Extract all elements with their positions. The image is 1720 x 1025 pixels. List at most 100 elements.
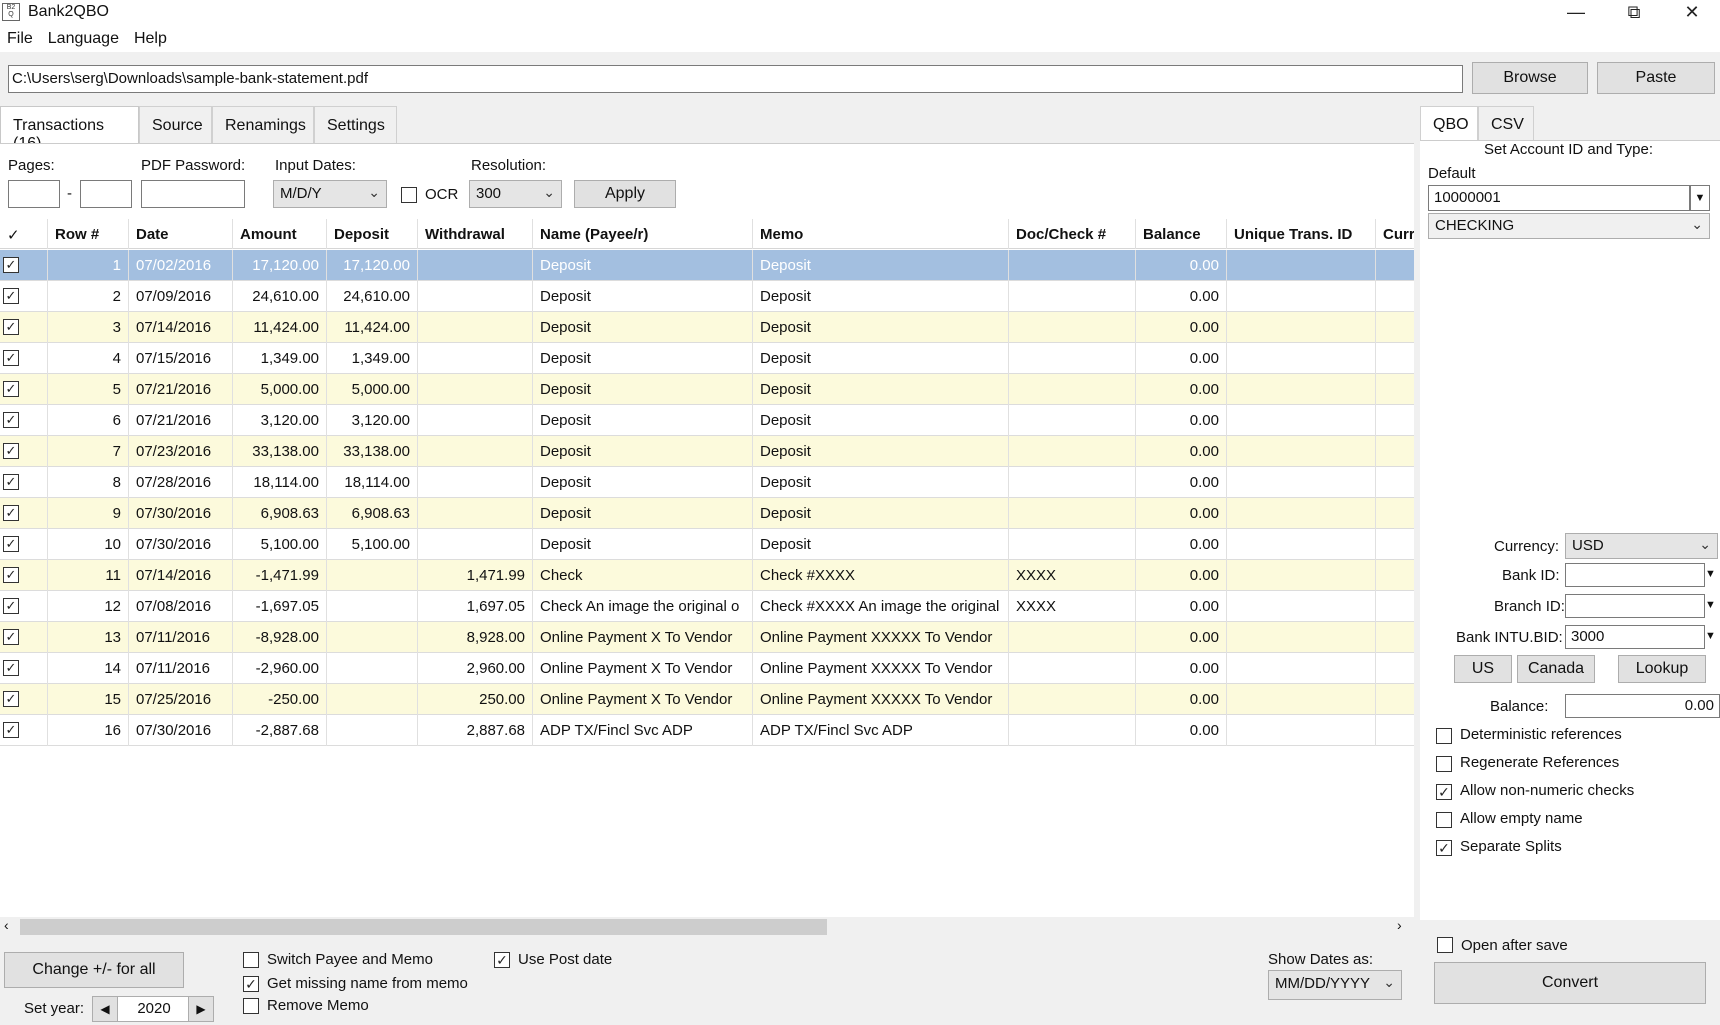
cell-memo[interactable]: Deposit <box>753 498 1009 529</box>
scrollbar-thumb[interactable] <box>20 919 827 935</box>
cell-balance[interactable]: 0.00 <box>1136 374 1227 405</box>
cell-row-number[interactable]: 13 <box>48 622 129 653</box>
cell-currency[interactable] <box>1376 467 1414 498</box>
pages-to-input[interactable] <box>80 180 132 208</box>
tab-source[interactable]: Source <box>139 106 212 144</box>
row-checkbox[interactable]: ✓ <box>3 257 19 273</box>
table-row[interactable]: ✓ 10 07/30/2016 5,100.00 5,100.00 Deposit Depo… <box>0 529 1414 560</box>
cell-memo[interactable]: Deposit <box>753 312 1009 343</box>
cell-name[interactable]: Deposit <box>533 374 753 405</box>
tab-csv[interactable]: CSV <box>1478 106 1534 142</box>
cell-name[interactable]: Deposit <box>533 498 753 529</box>
cell-balance[interactable]: 0.00 <box>1136 250 1227 281</box>
cell-unique-id[interactable] <box>1227 281 1376 312</box>
cell-amount[interactable]: 6,908.63 <box>233 498 327 529</box>
restore-icon[interactable]: ⧉ <box>1608 0 1660 24</box>
cell-doc-check[interactable] <box>1009 436 1136 467</box>
table-row[interactable]: ✓ 4 07/15/2016 1,349.00 1,349.00 Deposit Depos… <box>0 343 1414 374</box>
cell-doc-check[interactable] <box>1009 250 1136 281</box>
table-row[interactable]: ✓ 11 07/14/2016 -1,471.99 1,471.99 Check Check… <box>0 560 1414 591</box>
ocr-checkbox[interactable] <box>401 187 417 203</box>
remove-memo-checkbox[interactable] <box>243 998 259 1014</box>
use-post-date-checkbox[interactable]: ✓ <box>494 952 510 968</box>
cell-balance[interactable]: 0.00 <box>1136 343 1227 374</box>
col-deposit[interactable]: Deposit <box>327 219 418 249</box>
row-select-cell[interactable]: ✓ <box>0 591 48 622</box>
close-icon[interactable]: ✕ <box>1666 0 1718 24</box>
cell-unique-id[interactable] <box>1227 343 1376 374</box>
cell-deposit[interactable]: 1,349.00 <box>327 343 418 374</box>
cell-doc-check[interactable] <box>1009 312 1136 343</box>
apply-button[interactable]: Apply <box>574 180 676 208</box>
cell-memo[interactable]: Deposit <box>753 405 1009 436</box>
cell-withdrawal[interactable] <box>418 467 533 498</box>
cell-unique-id[interactable] <box>1227 529 1376 560</box>
cell-doc-check[interactable] <box>1009 405 1136 436</box>
cell-doc-check[interactable] <box>1009 715 1136 746</box>
col-doc-check[interactable]: Doc/Check # <box>1009 219 1136 249</box>
cell-deposit[interactable]: 17,120.00 <box>327 250 418 281</box>
cell-unique-id[interactable] <box>1227 498 1376 529</box>
cell-doc-check[interactable] <box>1009 281 1136 312</box>
col-check[interactable]: ✓ <box>0 219 48 249</box>
row-checkbox[interactable]: ✓ <box>3 412 19 428</box>
pdf-password-input[interactable] <box>141 180 245 208</box>
cell-doc-check[interactable]: XXXX <box>1009 591 1136 622</box>
table-row[interactable]: ✓ 6 07/21/2016 3,120.00 3,120.00 Deposit Depos… <box>0 405 1414 436</box>
cell-withdrawal[interactable]: 8,928.00 <box>418 622 533 653</box>
cell-deposit[interactable]: 18,114.00 <box>327 467 418 498</box>
cell-name[interactable]: Online Payment X To Vendor <box>533 622 753 653</box>
intu-bid-input[interactable]: 3000 <box>1565 625 1705 649</box>
cell-withdrawal[interactable] <box>418 281 533 312</box>
cell-row-number[interactable]: 7 <box>48 436 129 467</box>
cell-date[interactable]: 07/28/2016 <box>129 467 233 498</box>
cell-withdrawal[interactable] <box>418 436 533 467</box>
tab-qbo[interactable]: QBO <box>1420 106 1478 144</box>
row-select-cell[interactable]: ✓ <box>0 653 48 684</box>
cell-amount[interactable]: -250.00 <box>233 684 327 715</box>
cell-currency[interactable] <box>1376 312 1414 343</box>
table-row[interactable]: ✓ 16 07/30/2016 -2,887.68 2,887.68 ADP TX/Fin… <box>0 715 1414 746</box>
col-currency[interactable]: Curr <box>1376 219 1414 249</box>
cell-memo[interactable]: Deposit <box>753 529 1009 560</box>
row-select-cell[interactable]: ✓ <box>0 529 48 560</box>
row-select-cell[interactable]: ✓ <box>0 622 48 653</box>
cell-withdrawal[interactable] <box>418 405 533 436</box>
cell-withdrawal[interactable] <box>418 343 533 374</box>
row-checkbox[interactable]: ✓ <box>3 691 19 707</box>
currency-select[interactable]: USD ⌄ <box>1565 533 1718 559</box>
cell-amount[interactable]: -1,697.05 <box>233 591 327 622</box>
branch-id-dropdown-icon[interactable]: ▼ <box>1705 594 1720 618</box>
cell-doc-check[interactable] <box>1009 622 1136 653</box>
row-checkbox[interactable]: ✓ <box>3 288 19 304</box>
cell-withdrawal[interactable]: 2,960.00 <box>418 653 533 684</box>
change-sign-button[interactable]: Change +/- for all <box>4 952 184 988</box>
cell-row-number[interactable]: 4 <box>48 343 129 374</box>
cell-deposit[interactable] <box>327 715 418 746</box>
row-checkbox[interactable]: ✓ <box>3 722 19 738</box>
cell-deposit[interactable] <box>327 653 418 684</box>
cell-unique-id[interactable] <box>1227 622 1376 653</box>
cell-balance[interactable]: 0.00 <box>1136 622 1227 653</box>
table-row[interactable]: ✓ 7 07/23/2016 33,138.00 33,138.00 Deposit Dep… <box>0 436 1414 467</box>
row-checkbox[interactable]: ✓ <box>3 474 19 490</box>
resolution-select[interactable]: 300 ⌄ <box>469 180 562 208</box>
us-button[interactable]: US <box>1454 655 1512 683</box>
cell-memo[interactable]: Deposit <box>753 250 1009 281</box>
cell-memo[interactable]: Deposit <box>753 374 1009 405</box>
horizontal-scrollbar[interactable]: ‹ › <box>0 917 1414 937</box>
row-select-cell[interactable]: ✓ <box>0 436 48 467</box>
cell-date[interactable]: 07/25/2016 <box>129 684 233 715</box>
row-checkbox[interactable]: ✓ <box>3 319 19 335</box>
table-row[interactable]: ✓ 1 07/02/2016 17,120.00 17,120.00 Deposit Dep… <box>0 250 1414 281</box>
cell-memo[interactable]: Online Payment XXXXX To Vendor <box>753 622 1009 653</box>
col-memo[interactable]: Memo <box>753 219 1009 249</box>
cell-currency[interactable] <box>1376 684 1414 715</box>
cell-date[interactable]: 07/30/2016 <box>129 715 233 746</box>
cell-balance[interactable]: 0.00 <box>1136 467 1227 498</box>
option-checkbox[interactable]: ✓ <box>1436 840 1452 856</box>
canada-button[interactable]: Canada <box>1517 655 1595 683</box>
cell-name[interactable]: Check An image the original o <box>533 591 753 622</box>
cell-balance[interactable]: 0.00 <box>1136 498 1227 529</box>
row-checkbox[interactable]: ✓ <box>3 505 19 521</box>
